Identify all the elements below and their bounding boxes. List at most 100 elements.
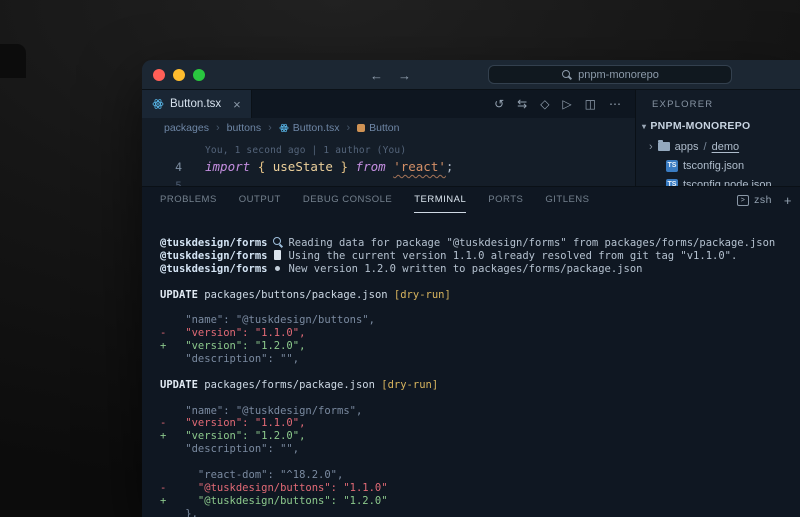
panel-tab-ports[interactable]: PORTS xyxy=(488,187,523,213)
panel-tab-debug-console[interactable]: DEBUG CONSOLE xyxy=(303,187,392,213)
breadcrumb: packages›buttons›Button.tsx›Button xyxy=(142,118,635,138)
terminal-text: + "@tuskdesign/buttons": "1.2.0" xyxy=(160,495,388,507)
search-icon xyxy=(561,69,572,80)
tree-item-tsconfig-json[interactable]: TStsconfig.json xyxy=(636,156,800,175)
code-token: { xyxy=(258,159,273,174)
folder-name: demo xyxy=(712,141,740,153)
main-row: Button.tsx × ↺ ⇆ ◇ ▷ ◫ ⋯ packages › buttons › But… xyxy=(142,90,800,186)
terminal-line: "description": "", xyxy=(160,443,800,456)
minimize-window-button[interactable] xyxy=(173,69,185,81)
history-nav: ← → xyxy=(370,60,411,90)
typescript-icon: TS xyxy=(666,179,678,187)
terminal-text: + "version": "1.2.0", xyxy=(160,340,305,352)
zoom-window-button[interactable] xyxy=(193,69,205,81)
terminal-text: packages/buttons/package.json xyxy=(198,289,394,301)
breadcrumb-button-tsx[interactable]: Button.tsx xyxy=(279,122,340,134)
terminal-line: + "version": "1.2.0", xyxy=(160,340,800,353)
chevron-right-icon: › xyxy=(649,141,653,153)
shell-selector[interactable]: > zsh xyxy=(737,194,772,206)
terminal-text: UPDATE xyxy=(160,379,198,391)
code-token: import xyxy=(205,159,258,174)
breadcrumb-label: packages xyxy=(164,122,209,134)
file-name: tsconfig.node.json xyxy=(683,179,772,187)
terminal-text: [dry-run] xyxy=(381,379,438,391)
split-icon[interactable]: ◫ xyxy=(585,97,596,111)
traffic-lights xyxy=(153,69,205,81)
breadcrumb-packages[interactable]: packages xyxy=(164,122,209,134)
terminal-output[interactable]: @tuskdesign/forms Reading data for packag… xyxy=(142,213,800,517)
terminal-line: @tuskdesign/formsReading data for packag… xyxy=(160,237,800,250)
panel-tab-problems[interactable]: PROBLEMS xyxy=(160,187,217,213)
panel-tab-gitlens[interactable]: GITLENS xyxy=(545,187,589,213)
title-bar: ← → pnpm-monorepo xyxy=(142,60,800,90)
search-icon xyxy=(271,237,284,248)
terminal-controls: > zsh + xyxy=(737,187,792,213)
terminal-text: "description": "", xyxy=(160,443,299,455)
code-token: useState xyxy=(273,159,333,174)
tree-item-demo[interactable]: › apps / demo xyxy=(636,137,800,156)
breadcrumb-separator: › xyxy=(346,122,350,134)
tab-button-tsx[interactable]: Button.tsx × xyxy=(142,90,252,118)
new-terminal-button[interactable]: + xyxy=(784,193,792,208)
terminal-line xyxy=(160,301,800,314)
close-window-button[interactable] xyxy=(153,69,165,81)
bottom-panel: PROBLEMS OUTPUT DEBUG CONSOLE TERMINAL PORTS… xyxy=(142,186,800,517)
terminal-text: - "version": "1.1.0", xyxy=(160,417,305,429)
terminal-line: UPDATE packages/buttons/package.json [dr… xyxy=(160,289,800,302)
terminal-line xyxy=(160,392,800,405)
compare-icon[interactable]: ⇆ xyxy=(517,97,527,111)
code-line-partial: 5 xyxy=(142,179,635,186)
outline-icon[interactable]: ◇ xyxy=(540,97,549,111)
react-file-icon xyxy=(152,98,164,110)
more-icon[interactable]: ⋯ xyxy=(609,97,621,111)
run-icon[interactable]: ▷ xyxy=(562,97,571,111)
terminal-text: Reading data for package "@tuskdesign/fo… xyxy=(288,237,775,249)
terminal-text: - "version": "1.1.0", xyxy=(160,327,305,339)
path-separator: / xyxy=(704,141,707,153)
terminal-line: - "@tuskdesign/buttons": "1.1.0" xyxy=(160,482,800,495)
folder-name: apps xyxy=(675,141,699,153)
command-center-search[interactable]: pnpm-monorepo xyxy=(488,65,732,84)
symbol-icon xyxy=(357,124,365,132)
typescript-icon: TS xyxy=(666,160,678,172)
panel-tab-output[interactable]: OUTPUT xyxy=(239,187,281,213)
terminal-line xyxy=(160,456,800,469)
terminal-text: @tuskdesign/forms xyxy=(160,263,267,275)
breadcrumb-label: Button xyxy=(369,122,399,134)
breadcrumb-button[interactable]: Button xyxy=(357,122,399,134)
forward-icon[interactable]: → xyxy=(398,68,411,83)
terminal-line: - "version": "1.1.0", xyxy=(160,327,800,340)
explorer-title: EXPLORER xyxy=(636,90,800,110)
breadcrumb-label: buttons xyxy=(227,122,261,134)
terminal-line xyxy=(160,366,800,379)
line-number: 5 xyxy=(142,179,182,186)
terminal-line: UPDATE packages/forms/package.json [dry-… xyxy=(160,379,800,392)
terminal-line: + "@tuskdesign/buttons": "1.2.0" xyxy=(160,495,800,508)
history-icon[interactable]: ↺ xyxy=(494,97,504,111)
chevron-down-icon: ▾ xyxy=(642,122,646,131)
close-tab-icon[interactable]: × xyxy=(233,98,241,111)
editor-actions: ↺ ⇆ ◇ ▷ ◫ ⋯ xyxy=(494,90,635,118)
breadcrumb-separator: › xyxy=(268,122,272,134)
vscode-window: ← → pnpm-monorepo xyxy=(142,60,800,517)
back-icon[interactable]: ← xyxy=(370,68,383,83)
terminal-line: }, xyxy=(160,508,800,517)
terminal-line: "name": "@tuskdesign/forms", xyxy=(160,405,800,418)
terminal-line: "description": "", xyxy=(160,353,800,366)
tree-item-tsconfig-node-json[interactable]: TS tsconfig.node.json xyxy=(636,175,800,186)
terminal-line: "react-dom": "^18.2.0", xyxy=(160,469,800,482)
terminal-line: @tuskdesign/formsUsing the current versi… xyxy=(160,250,800,263)
terminal-text: [dry-run] xyxy=(394,289,451,301)
code-token: from xyxy=(356,159,394,174)
workspace-section-header[interactable]: ▾ PNPM-MONOREPO xyxy=(636,110,800,132)
terminal-text: Using the current version 1.1.0 already … xyxy=(288,250,737,262)
panel-tab-terminal[interactable]: TERMINAL xyxy=(414,187,466,213)
search-text: pnpm-monorepo xyxy=(578,69,659,81)
terminal-text: + "version": "1.2.0", xyxy=(160,430,305,442)
code-editor[interactable]: You, 1 second ago | 1 author (You) 4 imp… xyxy=(142,138,635,186)
code-token: } xyxy=(333,159,356,174)
terminal-line xyxy=(160,276,800,289)
breadcrumb-label: Button.tsx xyxy=(293,122,340,134)
breadcrumb-buttons[interactable]: buttons xyxy=(227,122,261,134)
editor-tab-bar: Button.tsx × ↺ ⇆ ◇ ▷ ◫ ⋯ xyxy=(142,90,635,118)
